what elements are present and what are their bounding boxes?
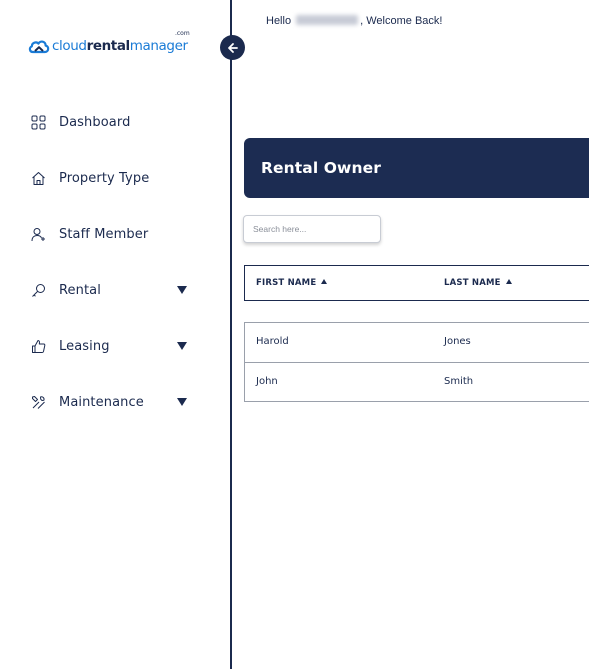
column-header-first-name[interactable]: FIRST NAME [256, 278, 328, 288]
brand-logo[interactable]: cloudrentalmanager .com [28, 30, 190, 54]
key-icon [30, 282, 46, 298]
greeting-prefix: Hello [266, 15, 292, 27]
dashboard-grid-icon [30, 114, 46, 130]
thumbs-up-icon [30, 338, 46, 354]
sidebar-item-leasing[interactable]: Leasing [0, 318, 230, 374]
table-row[interactable]: John Smith [245, 362, 589, 401]
column-header-last-name[interactable]: LAST NAME [444, 278, 512, 288]
sidebar-item-label: Property Type [59, 170, 150, 186]
brand-part-3: manager [129, 38, 188, 54]
table-row[interactable]: Harold Jones [245, 323, 589, 362]
cell-last-name: Smith [444, 376, 474, 387]
brand-part-1: cloud [52, 38, 87, 54]
table-body: Harold Jones John Smith [244, 322, 589, 402]
search-input[interactable] [243, 215, 381, 243]
page-header-banner: Rental Owner [244, 138, 589, 198]
sidebar-item-property-type[interactable]: Property Type [0, 150, 230, 206]
sidebar-nav: Dashboard Property Type Staff Member Ren… [0, 94, 230, 430]
sidebar: cloudrentalmanager .com Dashboard Proper… [0, 0, 232, 669]
arrow-left-icon [227, 42, 238, 53]
page-title: Rental Owner [261, 159, 381, 177]
user-plus-icon [30, 226, 46, 242]
cell-last-name: Jones [444, 336, 471, 347]
home-icon [30, 170, 46, 186]
column-header-label: FIRST NAME [256, 278, 317, 288]
table-header: FIRST NAME LAST NAME [244, 265, 589, 301]
chevron-down-icon[interactable] [177, 398, 187, 406]
chevron-down-icon[interactable] [177, 286, 187, 294]
sidebar-item-maintenance[interactable]: Maintenance [0, 374, 230, 430]
cell-first-name: Harold [256, 336, 289, 347]
sidebar-item-label: Maintenance [59, 394, 144, 410]
cell-first-name: John [256, 376, 278, 387]
column-header-label: LAST NAME [444, 278, 501, 288]
welcome-greeting: Hello , Welcome Back! [266, 15, 442, 27]
collapse-sidebar-button[interactable] [220, 35, 245, 60]
greeting-suffix: , Welcome Back! [360, 15, 443, 27]
sort-ascending-icon [505, 279, 512, 284]
tools-icon [30, 394, 46, 410]
sidebar-item-label: Rental [59, 282, 101, 298]
sidebar-item-rental[interactable]: Rental [0, 262, 230, 318]
brand-suffix: .com [174, 30, 190, 37]
brand-name: cloudrentalmanager [52, 38, 188, 54]
chevron-down-icon[interactable] [177, 342, 187, 350]
user-name-redacted [296, 15, 359, 25]
brand-part-2: rental [86, 38, 131, 54]
sidebar-item-label: Leasing [59, 338, 110, 354]
sidebar-item-dashboard[interactable]: Dashboard [0, 94, 230, 150]
sidebar-item-label: Dashboard [59, 114, 131, 130]
cloud-logo-icon [28, 40, 50, 54]
sidebar-item-label: Staff Member [59, 226, 149, 242]
sort-ascending-icon [321, 279, 328, 284]
sidebar-item-staff-member[interactable]: Staff Member [0, 206, 230, 262]
